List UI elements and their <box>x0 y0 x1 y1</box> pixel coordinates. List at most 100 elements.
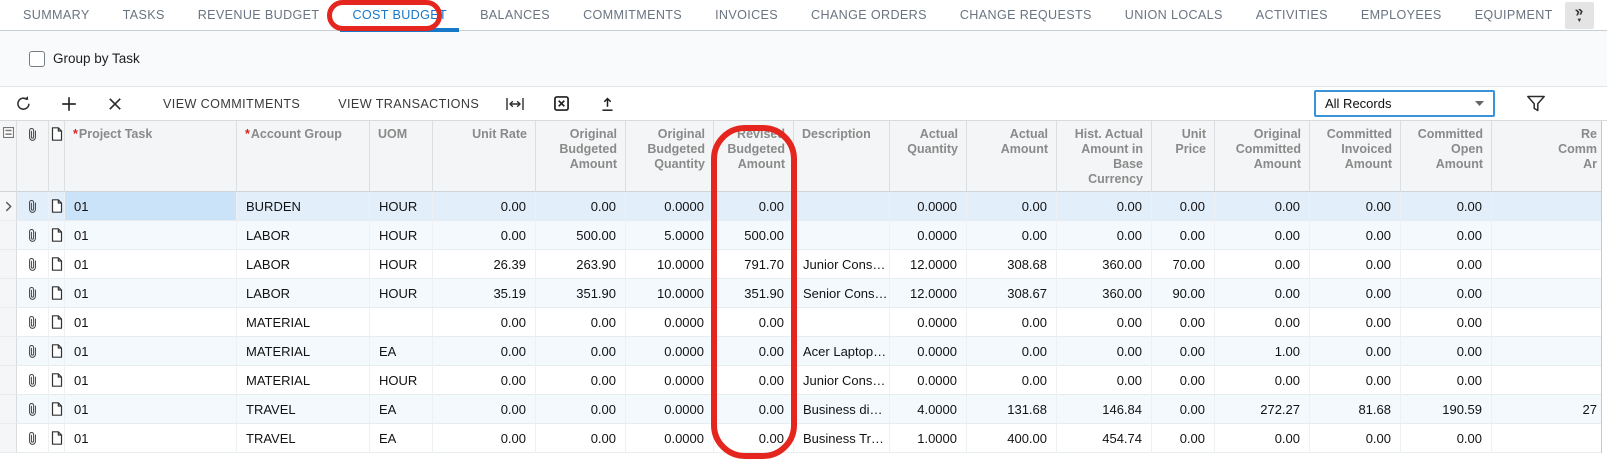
cell-orig_budgeted_amount[interactable]: 0.00 <box>536 337 626 366</box>
view-commitments-button[interactable]: VIEW COMMITMENTS <box>151 90 312 118</box>
row-notes-cell[interactable] <box>49 250 65 279</box>
tab-overflow-button[interactable]: » ▼ <box>1565 2 1594 29</box>
cell-revised_budgeted_amount[interactable]: 0.00 <box>714 192 794 221</box>
row-selector-cell[interactable] <box>0 279 17 308</box>
cell-revised_budgeted_amount[interactable]: 0.00 <box>714 308 794 337</box>
cell-orig_committed_amount[interactable]: 1.00 <box>1215 337 1310 366</box>
column-header-orig_budgeted_amount[interactable]: Original Budgeted Amount <box>536 121 626 192</box>
cell-unit_rate[interactable]: 0.00 <box>433 308 536 337</box>
cell-account_group[interactable]: MATERIAL <box>237 337 370 366</box>
cell-unit_price[interactable]: 0.00 <box>1152 221 1215 250</box>
cell-project_task[interactable]: 01 <box>65 192 237 221</box>
cell-actual_qty[interactable]: 0.0000 <box>890 308 967 337</box>
cell-orig_budgeted_qty[interactable]: 5.0000 <box>626 221 714 250</box>
column-header-orig_committed_amount[interactable]: Original Committed Amount <box>1215 121 1310 192</box>
row-files-cell[interactable] <box>17 279 49 308</box>
cell-committed_invoiced_amount[interactable]: 0.00 <box>1310 308 1401 337</box>
row-notes-cell[interactable] <box>49 221 65 250</box>
cell-unit_rate[interactable]: 35.19 <box>433 279 536 308</box>
row-notes-cell[interactable] <box>49 366 65 395</box>
cell-orig_budgeted_qty[interactable]: 0.0000 <box>626 424 714 453</box>
cell-description[interactable] <box>794 192 890 221</box>
cell-description[interactable] <box>794 221 890 250</box>
cell-uom[interactable]: HOUR <box>370 366 433 395</box>
row-selector-cell[interactable] <box>0 250 17 279</box>
cell-uom[interactable]: HOUR <box>370 192 433 221</box>
cell-committed_invoiced_amount[interactable]: 81.68 <box>1310 395 1401 424</box>
cell-orig_committed_amount[interactable]: 0.00 <box>1215 192 1310 221</box>
cell-unit_rate[interactable]: 0.00 <box>433 366 536 395</box>
cell-committed_invoiced_amount[interactable]: 0.00 <box>1310 192 1401 221</box>
refresh-button[interactable] <box>6 90 40 118</box>
cell-actual_qty[interactable]: 12.0000 <box>890 250 967 279</box>
cell-hist_actual_amount[interactable]: 0.00 <box>1057 366 1152 395</box>
column-header-account_group[interactable]: *Account Group <box>237 121 370 192</box>
table-row[interactable]: 01MATERIALHOUR0.000.000.00000.00Junior C… <box>0 366 1602 395</box>
column-header-orig_budgeted_qty[interactable]: Original Budgeted Quantity <box>626 121 714 192</box>
cell-orig_committed_amount[interactable]: 0.00 <box>1215 424 1310 453</box>
row-files-cell[interactable] <box>17 221 49 250</box>
row-files-cell[interactable] <box>17 366 49 395</box>
cell-revised_budgeted_amount[interactable]: 791.70 <box>714 250 794 279</box>
tab-revenue-budget[interactable]: REVENUE BUDGET <box>186 0 332 31</box>
column-header-unit_rate[interactable]: Unit Rate <box>433 121 536 192</box>
cell-orig_budgeted_amount[interactable]: 0.00 <box>536 192 626 221</box>
row-files-cell[interactable] <box>17 250 49 279</box>
cell-revised_committed[interactable] <box>1492 366 1602 395</box>
cell-actual_amount[interactable]: 0.00 <box>967 221 1057 250</box>
cell-revised_budgeted_amount[interactable]: 0.00 <box>714 337 794 366</box>
cell-orig_committed_amount[interactable]: 0.00 <box>1215 279 1310 308</box>
cell-uom[interactable]: EA <box>370 395 433 424</box>
cell-account_group[interactable]: BURDEN <box>237 192 370 221</box>
cell-uom[interactable]: HOUR <box>370 279 433 308</box>
cell-unit_rate[interactable]: 0.00 <box>433 395 536 424</box>
cell-orig_budgeted_amount[interactable]: 351.90 <box>536 279 626 308</box>
row-selector-cell[interactable] <box>0 424 17 453</box>
table-row[interactable]: 01LABORHOUR35.19351.9010.0000351.90Senio… <box>0 279 1602 308</box>
records-filter-dropdown[interactable]: All Records <box>1314 90 1495 117</box>
cell-revised_budgeted_amount[interactable]: 500.00 <box>714 221 794 250</box>
cell-orig_budgeted_qty[interactable]: 0.0000 <box>626 395 714 424</box>
cell-unit_price[interactable]: 0.00 <box>1152 337 1215 366</box>
cell-unit_price[interactable]: 0.00 <box>1152 395 1215 424</box>
cell-actual_qty[interactable]: 12.0000 <box>890 279 967 308</box>
column-header-unit_price[interactable]: Unit Price <box>1152 121 1215 192</box>
cell-committed_open_amount[interactable]: 190.59 <box>1401 395 1492 424</box>
cell-unit_price[interactable]: 90.00 <box>1152 279 1215 308</box>
cell-revised_committed[interactable]: 27 <box>1492 395 1602 424</box>
cell-account_group[interactable]: LABOR <box>237 279 370 308</box>
cell-account_group[interactable]: MATERIAL <box>237 308 370 337</box>
column-header-committed_open_amount[interactable]: Committed Open Amount <box>1401 121 1492 192</box>
cell-hist_actual_amount[interactable]: 454.74 <box>1057 424 1152 453</box>
cell-actual_qty[interactable]: 0.0000 <box>890 221 967 250</box>
cell-unit_rate[interactable]: 0.00 <box>433 192 536 221</box>
row-selector-cell[interactable] <box>0 221 17 250</box>
cell-actual_qty[interactable]: 0.0000 <box>890 337 967 366</box>
cell-committed_invoiced_amount[interactable]: 0.00 <box>1310 366 1401 395</box>
cell-committed_open_amount[interactable]: 0.00 <box>1401 424 1492 453</box>
cell-committed_open_amount[interactable]: 0.00 <box>1401 221 1492 250</box>
cell-revised_budgeted_amount[interactable]: 351.90 <box>714 279 794 308</box>
cell-orig_budgeted_amount[interactable]: 0.00 <box>536 308 626 337</box>
column-header-files[interactable] <box>17 121 49 192</box>
load-records-button[interactable] <box>590 90 624 118</box>
cell-revised_committed[interactable] <box>1492 337 1602 366</box>
cell-revised_committed[interactable] <box>1492 250 1602 279</box>
cell-committed_open_amount[interactable]: 0.00 <box>1401 337 1492 366</box>
cell-uom[interactable]: EA <box>370 424 433 453</box>
cell-project_task[interactable]: 01 <box>65 250 237 279</box>
cell-actual_amount[interactable]: 400.00 <box>967 424 1057 453</box>
cell-committed_open_amount[interactable]: 0.00 <box>1401 366 1492 395</box>
tab-commitments[interactable]: COMMITMENTS <box>571 0 694 31</box>
cell-hist_actual_amount[interactable]: 0.00 <box>1057 221 1152 250</box>
cell-hist_actual_amount[interactable]: 360.00 <box>1057 250 1152 279</box>
tab-activities[interactable]: ACTIVITIES <box>1244 0 1340 31</box>
delete-row-button[interactable] <box>98 90 132 118</box>
cell-orig_budgeted_amount[interactable]: 500.00 <box>536 221 626 250</box>
cell-unit_price[interactable]: 0.00 <box>1152 192 1215 221</box>
column-header-hist_actual_amount[interactable]: Hist. Actual Amount in Base Currency <box>1057 121 1152 192</box>
cell-project_task[interactable]: 01 <box>65 221 237 250</box>
row-notes-cell[interactable] <box>49 192 65 221</box>
cell-unit_price[interactable]: 0.00 <box>1152 424 1215 453</box>
cell-project_task[interactable]: 01 <box>65 279 237 308</box>
